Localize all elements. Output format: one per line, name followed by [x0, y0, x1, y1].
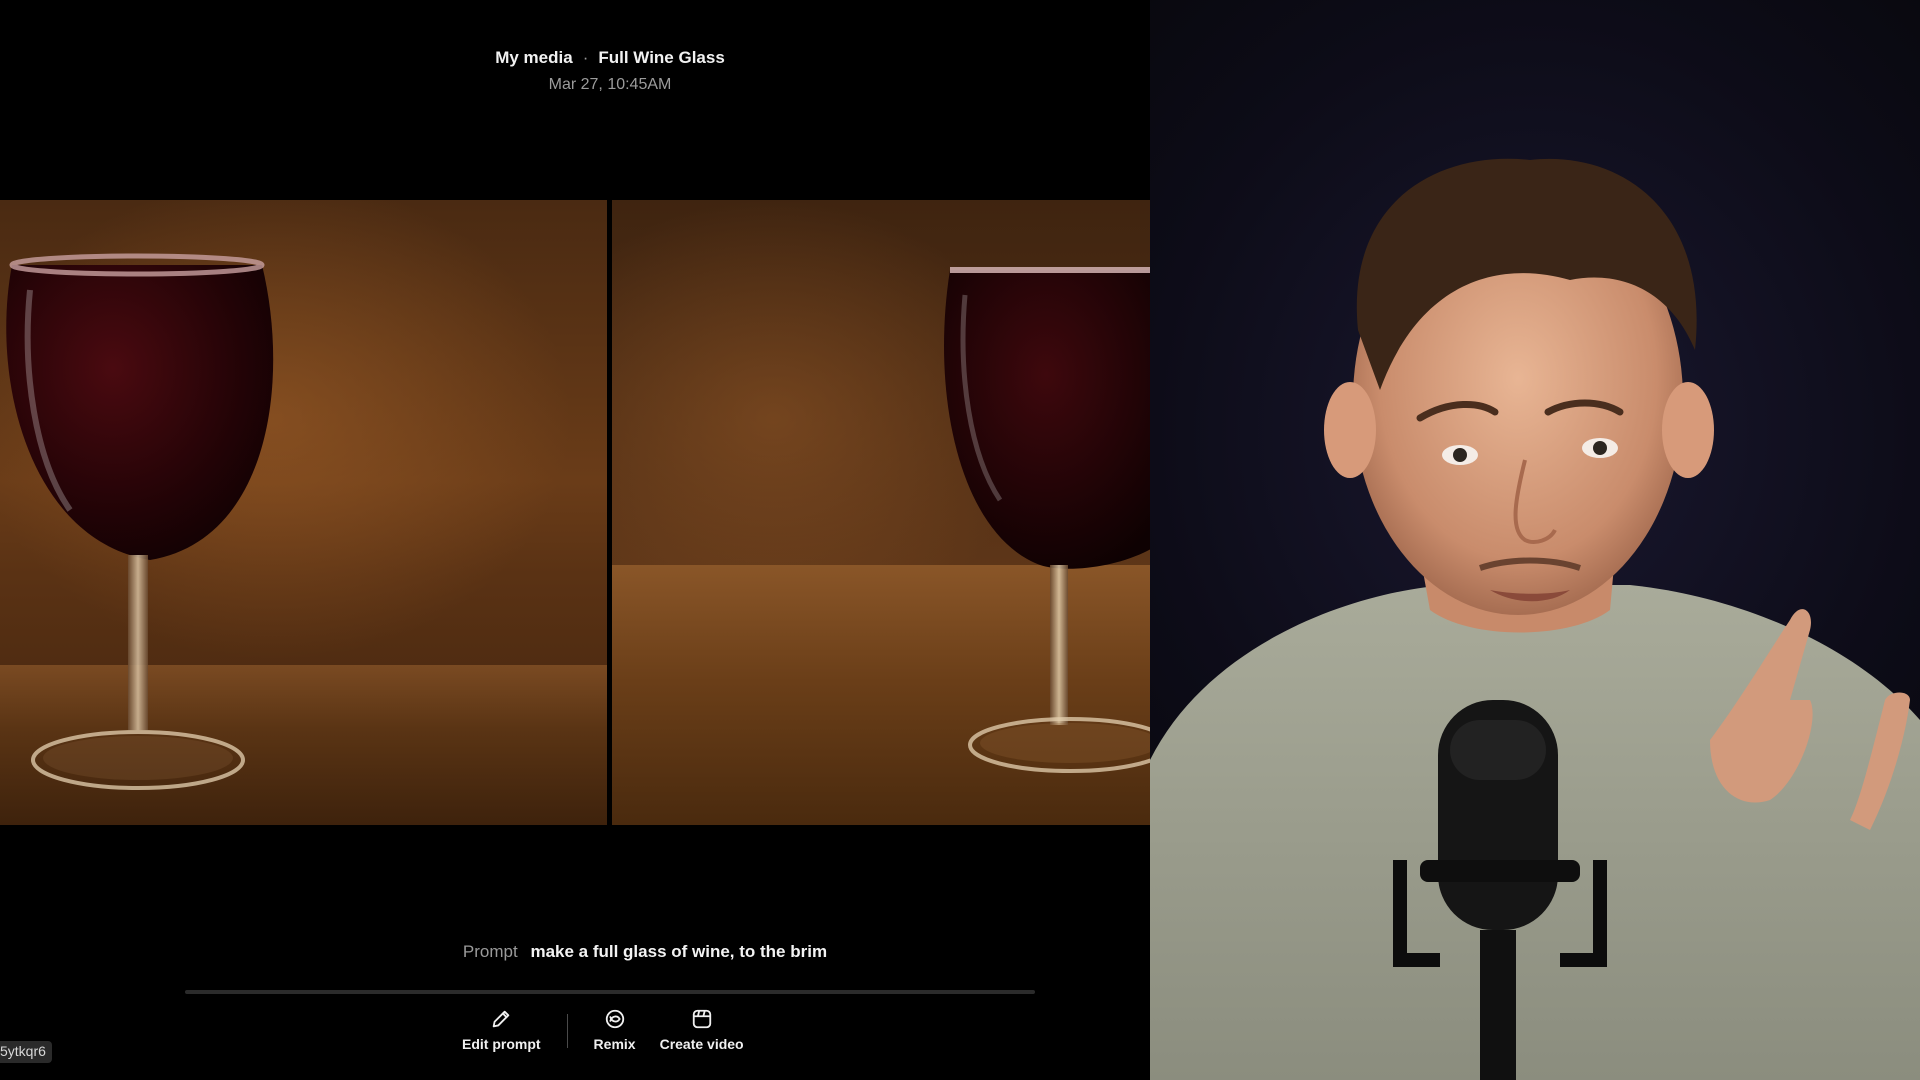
wine-glass-illustration — [6, 253, 274, 790]
create-video-label: Create video — [659, 1036, 744, 1052]
remix-icon — [605, 1009, 624, 1029]
remix-button[interactable]: Remix — [582, 1008, 648, 1052]
edit-prompt-button[interactable]: Edit prompt — [450, 1008, 553, 1052]
video-icon — [692, 1009, 711, 1029]
wine-glass-image-2[interactable] — [612, 200, 1150, 825]
wine-glass-illustration — [944, 267, 1150, 773]
webcam-overlay — [1150, 0, 1920, 1080]
breadcrumb-title: Full Wine Glass — [598, 48, 725, 67]
breadcrumb: My media · Full Wine Glass — [0, 48, 1150, 68]
presenter-illustration — [1150, 158, 1920, 1080]
breadcrumb-my-media[interactable]: My media — [495, 48, 572, 68]
create-video-button[interactable]: Create video — [648, 1008, 756, 1052]
image-gallery — [0, 200, 1150, 825]
action-separator — [566, 1014, 568, 1048]
media-viewer-panel: My media · Full Wine Glass Mar 27, 10:45… — [0, 0, 1150, 1080]
media-timestamp: Mar 27, 10:45AM — [548, 76, 672, 93]
action-bar: Edit prompt Remix Create video — [450, 1008, 756, 1052]
breadcrumb-separator: · — [582, 48, 589, 67]
prompt-text: make a full glass of wine, to the brim — [530, 942, 828, 961]
remix-label: Remix — [593, 1036, 636, 1052]
edit-prompt-label: Edit prompt — [462, 1036, 541, 1052]
progress-divider — [185, 990, 1035, 994]
prompt-label: Prompt — [462, 942, 518, 961]
pencil-icon — [493, 1010, 510, 1028]
media-header: My media · Full Wine Glass Mar 27, 10:45… — [0, 48, 1150, 94]
prompt-row: Prompt make a full glass of wine, to the… — [0, 942, 1150, 962]
wine-glass-image-1[interactable] — [0, 200, 607, 825]
media-id-badge: 5ytkqr6 — [0, 1041, 52, 1063]
